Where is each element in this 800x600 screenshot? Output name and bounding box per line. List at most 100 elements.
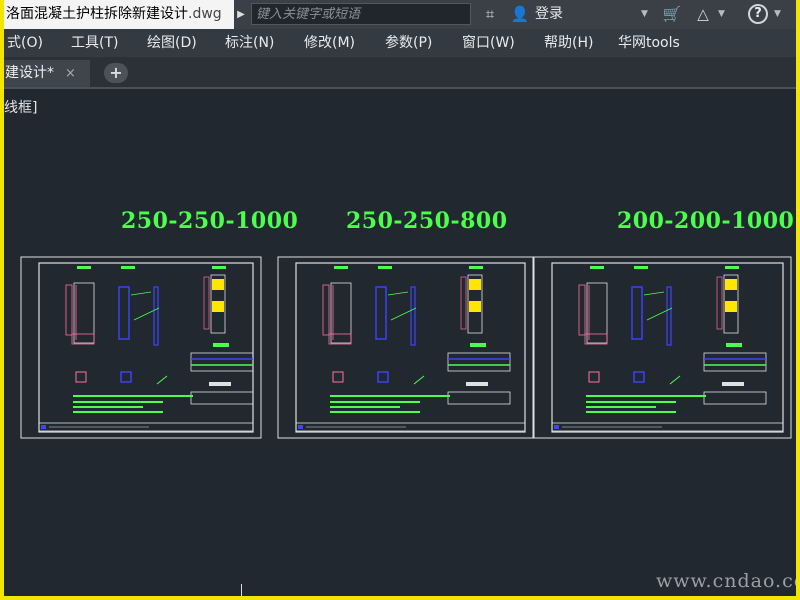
leader-b-1 — [133, 307, 160, 321]
post-footing-3 — [584, 333, 608, 345]
cad-drawing — [20, 256, 792, 439]
exchange-icon[interactable]: △ — [691, 3, 715, 25]
menu-modify[interactable]: 修改(M) — [304, 29, 355, 57]
quantity-table-2 — [447, 352, 511, 372]
view-tag-a-2 — [334, 266, 348, 269]
document-title-ext: .dwg — [188, 6, 222, 22]
leader-a-3 — [643, 291, 665, 296]
post-section-blue-1 — [118, 286, 130, 340]
login-dropdown-icon[interactable]: ▼ — [641, 3, 648, 25]
marker-band-top-1 — [212, 279, 224, 290]
marker-band-top-3 — [725, 279, 737, 290]
detail-arrow-3 — [669, 375, 681, 385]
notes-table-3 — [703, 391, 767, 405]
view-tag-b-3 — [634, 266, 648, 269]
leader-a-1 — [130, 291, 152, 296]
document-title-name: 洛面混凝土护柱拆除新建设计 — [6, 6, 188, 22]
marker-dim-3 — [716, 276, 723, 330]
sheet-logo-1 — [41, 425, 46, 429]
section-detail-a-3 — [588, 371, 600, 383]
view-tag-b-1 — [121, 266, 135, 269]
help-icon[interactable]: ? — [748, 4, 768, 24]
sheet-title-2: 250-250-800 — [346, 208, 508, 234]
tab-drawing-file[interactable]: 建设计* × — [4, 60, 90, 87]
section-detail-a-2 — [332, 371, 344, 383]
close-icon[interactable]: × — [65, 60, 76, 87]
leader-a-2 — [387, 291, 409, 296]
cart-icon[interactable]: 🛒 — [660, 3, 684, 25]
section-detail-b-2 — [377, 371, 389, 383]
sheet-logo-3 — [554, 425, 559, 429]
menu-format[interactable]: 式(O) — [7, 29, 43, 57]
post-section-blue-2 — [375, 286, 387, 340]
menu-dimension[interactable]: 标注(N) — [225, 29, 274, 57]
new-tab-button[interactable]: + — [104, 63, 128, 83]
cursor-crosshair — [241, 584, 242, 596]
section-detail-b-3 — [633, 371, 645, 383]
post-footing-1 — [71, 333, 95, 345]
watermark: www.cndao.com — [656, 570, 796, 592]
detail-arrow-1 — [156, 375, 168, 385]
marker-band-bottom-1 — [212, 301, 224, 312]
leader-b-2 — [390, 307, 417, 321]
marker-band-bottom-2 — [469, 301, 481, 312]
rebar-left-2 — [322, 284, 330, 336]
marker-band-top-2 — [469, 279, 481, 290]
section-detail-b-1 — [120, 371, 132, 383]
file-tab-bar: 建设计* × + — [4, 57, 796, 89]
sheet-outer-frame-2 — [277, 256, 534, 439]
menu-bar: 式(O) 工具(T) 绘图(D) 标注(N) 修改(M) 参数(P) 窗口(W)… — [4, 29, 796, 58]
view-tag-b-2 — [378, 266, 392, 269]
menu-draw[interactable]: 绘图(D) — [147, 29, 197, 57]
sheet-title-3: 200-200-1000 — [617, 208, 795, 234]
marker-band-bottom-3 — [725, 301, 737, 312]
document-title: 洛面混凝土护柱拆除新建设计.dwg — [4, 0, 234, 29]
view-tag-a-3 — [590, 266, 604, 269]
table-label-2 — [470, 343, 486, 347]
view-tag-a-1 — [77, 266, 91, 269]
marker-dim-1 — [203, 276, 210, 330]
view-tag-c-1 — [212, 266, 226, 269]
quantity-table-1 — [190, 352, 254, 372]
rebar-left-1 — [65, 284, 73, 336]
user-icon[interactable]: 👤 — [510, 3, 530, 25]
sheet-outer-frame-3 — [533, 256, 792, 439]
sheet-title-1: 250-250-1000 — [121, 208, 299, 234]
table-caption-2 — [466, 382, 488, 386]
post-side-blue-3 — [666, 286, 672, 346]
leader-b-3 — [646, 307, 673, 321]
post-section-blue-3 — [631, 286, 643, 340]
section-detail-a-1 — [75, 371, 87, 383]
menu-window[interactable]: 窗口(W) — [462, 29, 515, 57]
marker-dim-2 — [460, 276, 467, 330]
tab-drawing-file-label: 建设计* — [5, 65, 54, 81]
sheet-logo-2 — [298, 425, 303, 429]
notes-table-1 — [190, 391, 254, 405]
exchange-dropdown-icon[interactable]: ▼ — [718, 3, 725, 25]
binoculars-icon[interactable]: ⌗ — [479, 3, 501, 25]
notes-table-2 — [447, 391, 511, 405]
post-footing-2 — [328, 333, 352, 345]
help-dropdown-icon[interactable]: ▼ — [774, 3, 781, 25]
drawing-canvas[interactable]: 线框] 250-250-1000 250-250-800 200-200-100… — [4, 89, 796, 596]
view-tag-c-3 — [725, 266, 739, 269]
quantity-table-3 — [703, 352, 767, 372]
menu-tools[interactable]: 工具(T) — [71, 29, 118, 57]
login-button[interactable]: 登录 — [535, 3, 563, 25]
table-caption-1 — [209, 382, 231, 386]
title-expand-arrow-icon[interactable]: ▶ — [234, 4, 248, 25]
post-side-blue-2 — [410, 286, 416, 346]
table-caption-3 — [722, 382, 744, 386]
detail-arrow-2 — [413, 375, 425, 385]
rebar-left-3 — [578, 284, 586, 336]
menu-huawang-tools[interactable]: 华网tools — [618, 29, 680, 57]
search-input[interactable]: 键入关键字或短语 — [251, 3, 471, 25]
autocad-window: 洛面混凝土护柱拆除新建设计.dwg ▶ 键入关键字或短语 ⌗ 👤 登录 ▼ 🛒 … — [4, 0, 796, 596]
post-side-blue-1 — [153, 286, 159, 346]
table-label-1 — [213, 343, 229, 347]
title-bar: 洛面混凝土护柱拆除新建设计.dwg ▶ 键入关键字或短语 ⌗ 👤 登录 ▼ 🛒 … — [4, 0, 796, 29]
table-label-3 — [726, 343, 742, 347]
menu-help[interactable]: 帮助(H) — [544, 29, 593, 57]
view-tag-c-2 — [469, 266, 483, 269]
menu-parametric[interactable]: 参数(P) — [385, 29, 432, 57]
